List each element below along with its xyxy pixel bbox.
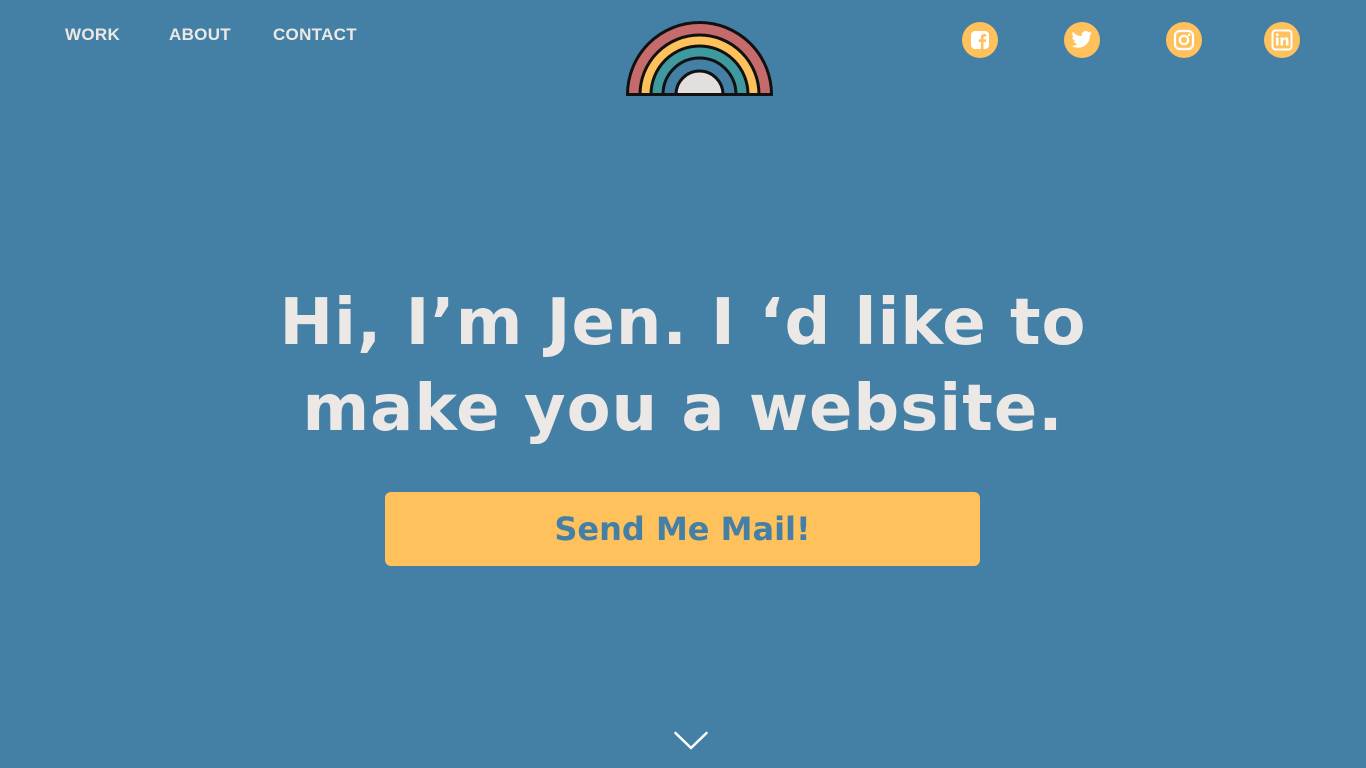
nav-work-link[interactable]: WORK (65, 24, 120, 46)
twitter-icon[interactable] (1064, 22, 1100, 58)
rainbow-logo-icon[interactable] (625, 17, 774, 96)
social-links (962, 22, 1302, 58)
hero-headline-line2: make you a website. (302, 372, 1064, 446)
instagram-icon[interactable] (1166, 22, 1202, 58)
nav-contact-link[interactable]: CONTACT (273, 24, 357, 46)
hero-headline-line1: Hi, I’m Jen. I ‘d like to (279, 286, 1087, 360)
hero-headline: Hi, I’m Jen. I ‘d like to make you a web… (183, 280, 1183, 452)
main-nav: WORK ABOUT CONTACT (65, 24, 357, 46)
chevron-down-icon[interactable] (674, 731, 708, 751)
linkedin-icon[interactable] (1264, 22, 1300, 58)
facebook-icon[interactable] (962, 22, 998, 58)
nav-about-link[interactable]: ABOUT (169, 24, 231, 46)
send-mail-button[interactable]: Send Me Mail! (385, 492, 980, 566)
